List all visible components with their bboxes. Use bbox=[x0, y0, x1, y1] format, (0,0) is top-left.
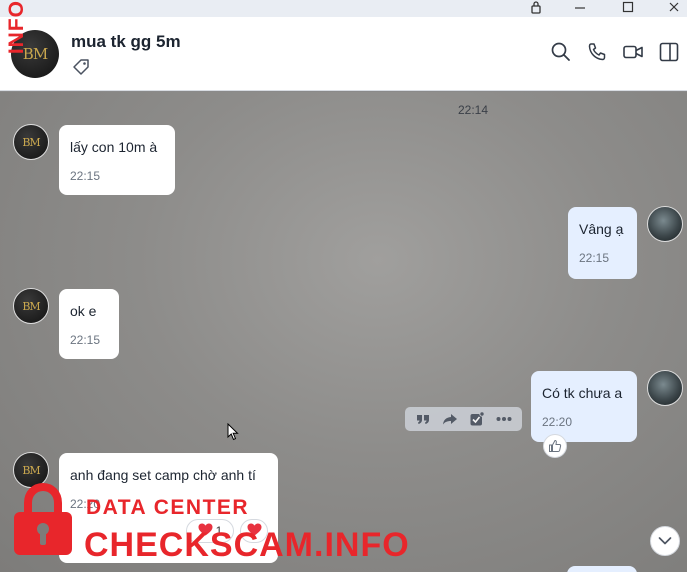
sidebar-toggle-icon[interactable] bbox=[658, 41, 680, 63]
message-bubble-incoming[interactable]: lấy con 10m à 22:15 bbox=[59, 125, 175, 195]
search-icon[interactable] bbox=[550, 41, 572, 63]
avatar-initials: BM bbox=[22, 463, 40, 477]
watermark-text: CHECKSCAM.INFO bbox=[84, 526, 410, 564]
message-time: 22:20 bbox=[542, 415, 573, 429]
video-call-icon[interactable] bbox=[622, 41, 644, 63]
more-options-icon[interactable] bbox=[496, 416, 512, 422]
scroll-to-bottom-button[interactable] bbox=[650, 526, 680, 556]
watermark-text: DATA CENTER bbox=[86, 496, 250, 519]
message-time: 22:15 bbox=[70, 169, 101, 183]
conversation-title[interactable]: mua tk gg 5m bbox=[71, 32, 181, 52]
message-time: 22:14 bbox=[458, 103, 489, 117]
message-time: 22:15 bbox=[70, 333, 101, 347]
message-text: anh đang set camp chờ anh tí bbox=[70, 467, 256, 483]
message-time: 22:15 bbox=[579, 251, 610, 265]
lock-icon bbox=[4, 482, 82, 560]
forward-icon[interactable] bbox=[442, 412, 458, 426]
my-avatar[interactable] bbox=[647, 206, 683, 242]
message-text: ok e bbox=[70, 303, 97, 319]
message-text: Có tk chưa a bbox=[542, 385, 623, 401]
chevron-down-icon bbox=[658, 537, 672, 545]
phone-icon[interactable] bbox=[586, 41, 608, 63]
message-text: Vâng ạ bbox=[579, 221, 624, 237]
message-text: lấy con 10m à bbox=[70, 139, 158, 155]
message-bubble-outgoing[interactable]: Có tk chưa a 22:20 bbox=[531, 371, 637, 442]
message-bubble-outgoing[interactable]: Vâng ạ 22:15 bbox=[568, 207, 637, 279]
conversation-header: BM mua tk gg 5m bbox=[0, 17, 687, 91]
message-actions-bar bbox=[405, 407, 522, 431]
avatar[interactable]: BM bbox=[13, 288, 49, 324]
tag-icon[interactable] bbox=[71, 57, 91, 77]
pin-icon[interactable] bbox=[524, 0, 548, 14]
minimize-icon[interactable] bbox=[568, 0, 592, 14]
window-titlebar bbox=[0, 0, 687, 17]
like-reaction-button[interactable] bbox=[543, 434, 567, 458]
close-icon[interactable] bbox=[662, 0, 686, 14]
message-bubble-incoming[interactable]: ok e 22:15 bbox=[59, 289, 119, 359]
my-avatar[interactable] bbox=[647, 370, 683, 406]
watermark-text: INFO bbox=[5, 0, 28, 55]
add-to-task-icon[interactable] bbox=[469, 411, 485, 427]
avatar-initials: BM bbox=[22, 299, 40, 313]
avatar-initials: BM bbox=[22, 135, 40, 149]
thumbs-up-icon bbox=[549, 439, 562, 452]
mouse-cursor-icon bbox=[227, 422, 239, 446]
quote-icon[interactable] bbox=[415, 412, 431, 426]
avatar[interactable]: BM bbox=[13, 124, 49, 160]
message-bubble-outgoing[interactable] bbox=[567, 566, 637, 572]
maximize-icon[interactable] bbox=[616, 0, 640, 14]
